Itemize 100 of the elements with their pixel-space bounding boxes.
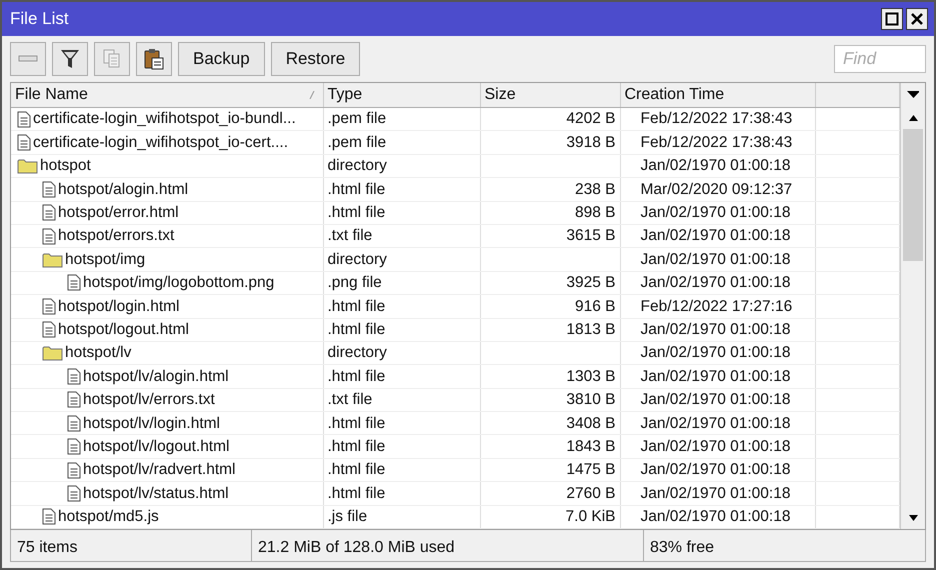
column-header[interactable]: File Name [15,86,88,103]
file-name[interactable]: hotspot/lv/status.html [83,486,229,502]
file-type: .html file [328,180,386,198]
creation-time: Jan/02/1970 01:00:18 [640,320,790,338]
file-type: directory [328,344,387,362]
file-name[interactable]: hotspot/img [65,252,146,268]
file-icon [42,180,56,198]
window-title: File List [10,8,69,30]
file-name[interactable]: hotspot/img/logobottom.png [83,275,274,291]
file-size: 1303 B [566,368,616,385]
creation-time: Jan/02/1970 01:00:18 [640,438,790,455]
file-type: .html file [328,438,386,455]
file-size: 238 B [574,180,616,198]
file-type: .html file [328,204,386,221]
file-size: 2760 B [566,484,616,502]
file-icon [67,462,81,479]
file-name[interactable]: hotspot/lv/logout.html [83,438,230,454]
file-type: directory [328,250,387,268]
file-size: 7.0 KiB [566,508,616,526]
search-field[interactable]: Find [834,45,926,73]
restore-button[interactable]: Restore [270,42,360,76]
creation-time: Jan/02/1970 01:00:18 [640,250,790,268]
file-name[interactable]: certificate-login_wifihotspot_io-bundl... [33,111,296,127]
file-name[interactable]: hotspot/lv/login.html [83,416,220,432]
scrollbar-thumb[interactable] [903,129,923,261]
file-name[interactable]: hotspot/lv/radvert.html [83,462,236,478]
file-type: .html file [328,461,386,478]
file-icon [17,134,31,152]
file-icon [67,368,81,385]
file-icon [67,484,81,502]
creation-time: Feb/12/2022 17:38:43 [640,110,792,128]
file-name[interactable]: hotspot/lv/alogin.html [83,368,229,384]
storage-usage: 21.2 MiB of 128.0 MiB used [251,530,643,561]
creation-time: Jan/02/1970 01:00:18 [640,368,790,385]
file-name[interactable]: hotspot/error.html [58,205,179,220]
creation-time: Jan/02/1970 01:00:18 [640,508,790,526]
paste-icon [143,47,165,71]
file-icon [42,228,56,245]
close-icon [910,12,924,26]
file-size: 3615 B [566,227,616,244]
file-type: .png file [328,274,382,292]
folder-icon [17,158,38,174]
filter-icon [60,48,80,70]
filter-button[interactable] [52,42,88,76]
file-size: 3925 B [566,274,616,292]
file-size: 916 B [574,298,616,315]
file-type: .txt file [328,391,372,408]
file-size: 1475 B [566,461,616,478]
item-count: 75 items [16,538,78,558]
creation-time: Jan/02/1970 01:00:18 [640,344,790,362]
up-arrow-icon [908,114,918,122]
file-type: .html file [328,414,386,432]
file-name[interactable]: hotspot/logout.html [58,322,189,338]
file-icon [67,414,81,432]
backup-button[interactable]: Backup [178,42,265,76]
file-type: directory [328,157,387,174]
file-name[interactable]: hotspot/md5.js [58,509,159,525]
file-size: 3810 B [566,391,616,408]
maximize-button[interactable] [881,8,903,30]
creation-time: Jan/02/1970 01:00:18 [640,391,790,408]
file-type: .txt file [328,227,372,244]
file-icon [67,391,81,408]
paste-button[interactable] [136,42,172,76]
maximize-icon [885,12,899,26]
file-icon [42,508,56,526]
file-name[interactable]: hotspot/login.html [58,298,180,314]
file-name[interactable]: hotspot/lv [65,345,132,361]
creation-time: Jan/02/1970 01:00:18 [640,274,790,292]
free-space: 83% free [643,530,925,561]
creation-time: Jan/02/1970 01:00:18 [640,461,790,478]
file-icon [17,110,31,128]
creation-time: Feb/12/2022 17:38:43 [640,134,792,151]
file-name[interactable]: hotspot/lv/errors.txt [83,392,215,408]
creation-time: Feb/12/2022 17:27:16 [640,298,792,315]
file-type: .pem file [328,110,386,128]
file-size: 3408 B [566,414,616,432]
file-type: .html file [328,298,386,315]
sort-icon [308,91,314,99]
file-type: .html file [328,320,386,338]
file-size: 1843 B [566,438,616,455]
column-header[interactable]: Type [328,86,362,103]
creation-time: Jan/02/1970 01:00:18 [640,484,790,502]
column-header[interactable]: Size [484,86,516,103]
close-button[interactable] [906,8,928,30]
file-type: .pem file [328,134,386,151]
file-name[interactable]: certificate-login_wifihotspot_io-cert.... [33,134,288,150]
file-size: 3918 B [566,134,616,151]
file-type: .html file [328,368,386,385]
minus-icon [18,55,38,63]
file-size: 898 B [574,204,616,221]
creation-time: Jan/02/1970 01:00:18 [640,414,790,432]
file-icon [42,298,56,315]
creation-time: Jan/02/1970 01:00:18 [640,204,790,221]
folder-icon [42,345,63,362]
file-size: 1813 B [566,320,616,338]
folder-icon [42,252,63,268]
file-name[interactable]: hotspot/alogin.html [58,182,188,198]
file-name[interactable]: hotspot [40,158,91,174]
file-name[interactable]: hotspot/errors.txt [58,228,174,244]
file-icon [67,274,81,292]
